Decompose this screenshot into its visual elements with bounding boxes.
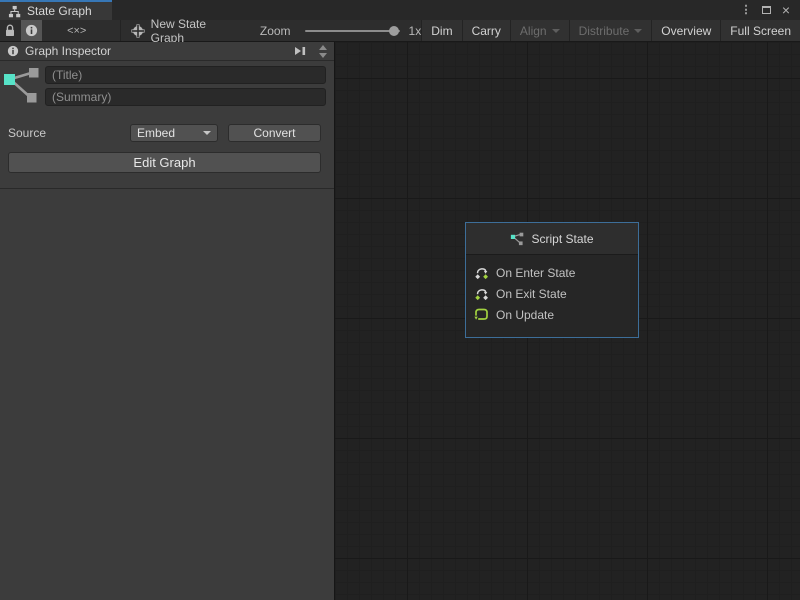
spinner-up-icon[interactable] <box>319 45 327 50</box>
zoom-slider[interactable] <box>305 30 400 32</box>
convert-button[interactable]: Convert <box>228 124 321 142</box>
source-dropdown[interactable]: Embed <box>130 124 218 142</box>
graph-canvas[interactable]: Script State On Enter State <box>335 42 800 600</box>
source-dropdown-value: Embed <box>137 126 175 140</box>
edit-graph-button[interactable]: Edit Graph <box>8 152 321 173</box>
carry-button[interactable]: Carry <box>463 20 511 41</box>
full-screen-button[interactable]: Full Screen <box>721 20 800 41</box>
chevron-down-icon <box>203 131 211 135</box>
info-icon <box>7 45 19 57</box>
overview-button[interactable]: Overview <box>652 20 721 41</box>
chevron-down-icon <box>634 29 642 33</box>
code-view-button[interactable]: <×> <box>58 20 96 41</box>
distribute-button[interactable]: Distribute <box>570 20 653 41</box>
maximize-icon[interactable] <box>758 2 774 18</box>
script-state-node-header[interactable]: Script State <box>466 223 638 255</box>
on-enter-state-icon <box>474 265 489 280</box>
graph-meta-section <box>0 61 334 106</box>
dim-button[interactable]: Dim <box>422 20 462 41</box>
lock-button[interactable] <box>0 20 21 41</box>
graph-inspector-title: Graph Inspector <box>25 44 284 58</box>
zoom-label: Zoom <box>260 24 291 38</box>
chevron-down-icon <box>552 29 560 33</box>
event-row-on-exit-state[interactable]: On Exit State <box>474 283 632 304</box>
source-label: Source <box>8 126 130 140</box>
spinner-down-icon[interactable] <box>319 53 327 58</box>
toolbar-right-group: Dim Carry Align Distribute Overview Full… <box>421 20 800 41</box>
tab-state-graph[interactable]: State Graph <box>0 0 112 20</box>
toolbar: <×> New State Graph Zoom <box>0 20 800 42</box>
zoom-slider-handle[interactable] <box>389 26 399 36</box>
event-label: On Enter State <box>496 266 575 280</box>
source-row: Source Embed Convert <box>0 124 334 142</box>
kebab-menu-icon[interactable]: ⋮ <box>738 2 754 18</box>
event-label: On Update <box>496 308 554 322</box>
script-state-node[interactable]: Script State On Enter State <box>465 222 639 338</box>
panel-spinner[interactable] <box>316 45 330 58</box>
lock-icon <box>4 24 16 37</box>
graph-asset-icon <box>131 24 145 38</box>
on-update-icon <box>474 307 489 322</box>
close-icon[interactable]: × <box>778 2 794 18</box>
script-state-node-body: On Enter State On Exit State <box>466 255 638 325</box>
code-view-icon: <×> <box>67 25 86 37</box>
tab-title: State Graph <box>27 4 92 18</box>
title-field[interactable] <box>45 66 326 84</box>
state-graph-window: State Graph ⋮ × <box>0 0 800 600</box>
zoom-control: Zoom 1x <box>260 20 421 41</box>
summary-field[interactable] <box>45 88 326 106</box>
event-label: On Exit State <box>496 287 567 301</box>
node-title: Script State <box>531 232 593 246</box>
state-graph-tab-icon <box>8 5 21 18</box>
event-row-on-enter-state[interactable]: On Enter State <box>474 262 632 283</box>
graph-meta-fields <box>45 66 326 106</box>
titlebar-controls: ⋮ × <box>738 0 800 20</box>
inspector-toggle-button[interactable] <box>21 20 42 41</box>
info-icon <box>25 24 38 37</box>
content-area: Graph Inspector <box>0 42 800 600</box>
dock-right-icon[interactable] <box>290 43 310 59</box>
graph-inspector-panel: Graph Inspector <box>0 42 335 600</box>
state-graph-nodes-icon <box>510 232 524 246</box>
align-button[interactable]: Align <box>511 20 570 41</box>
inspector-empty-area <box>0 189 334 600</box>
on-exit-state-icon <box>474 286 489 301</box>
zoom-value: 1x <box>409 24 422 38</box>
event-row-on-update[interactable]: On Update <box>474 304 632 325</box>
state-graph-nodes-icon <box>3 66 40 106</box>
titlebar: State Graph ⋮ × <box>0 0 800 20</box>
graph-asset-name: New State Graph <box>151 17 228 45</box>
graph-asset-label[interactable]: New State Graph <box>121 20 238 41</box>
graph-inspector-header: Graph Inspector <box>0 42 334 61</box>
